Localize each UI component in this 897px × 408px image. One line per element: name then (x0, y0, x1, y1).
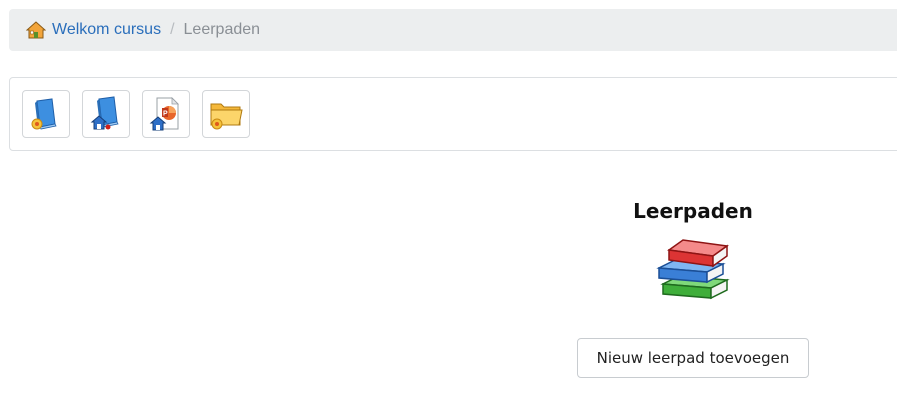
new-category-button[interactable] (202, 90, 250, 138)
toolbar: P (9, 77, 897, 151)
breadcrumb-separator: / (170, 21, 175, 38)
breadcrumb-home-link[interactable]: Welkom cursus (26, 21, 161, 39)
import-powerpoint-button[interactable]: P (142, 90, 190, 138)
import-powerpoint-icon: P (149, 97, 179, 131)
breadcrumb-home-label: Welkom cursus (52, 21, 162, 38)
breadcrumb: Welkom cursus / Leerpaden (9, 9, 897, 51)
empty-state: Leerpaden (562, 196, 824, 304)
new-learnpath-icon (31, 98, 57, 130)
add-learnpath-button[interactable]: Nieuw leerpad toevoegen (577, 338, 809, 378)
books-stack-icon (656, 239, 730, 300)
home-icon (26, 21, 46, 39)
svg-text:P: P (163, 111, 168, 118)
import-learnpath-icon (90, 96, 119, 130)
import-learnpath-button[interactable] (82, 90, 130, 138)
new-category-folder-icon (210, 103, 243, 130)
breadcrumb-current: Leerpaden (183, 21, 261, 38)
new-learnpath-button[interactable] (22, 90, 70, 138)
page-title: Leerpaden (633, 199, 753, 223)
